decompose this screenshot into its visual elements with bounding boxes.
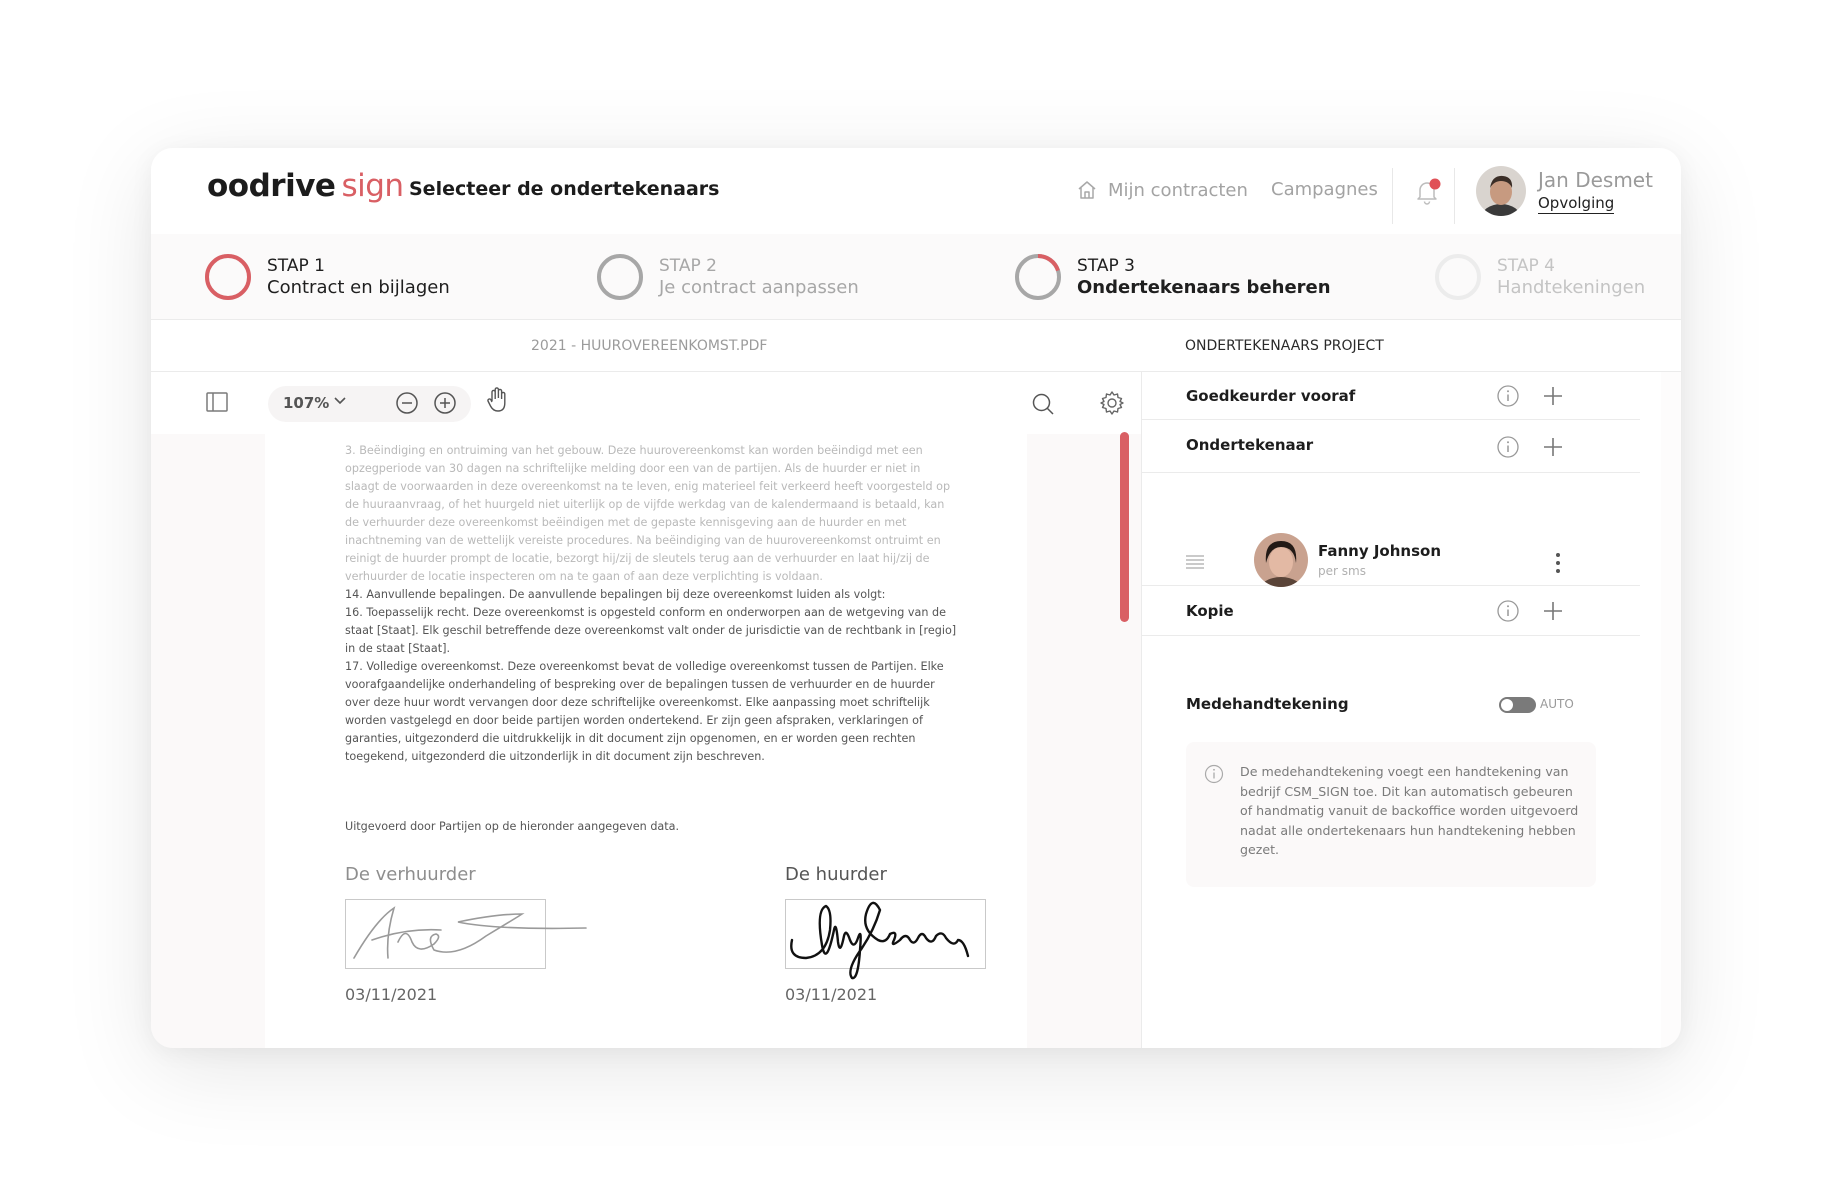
sidebar-toggle-icon[interactable] xyxy=(205,390,229,414)
step-3[interactable]: STAP 3 Ondertekenaars beheren xyxy=(1013,242,1331,312)
cosign-auto-toggle[interactable] xyxy=(1499,697,1536,713)
tenant-label: De huurder xyxy=(785,864,887,885)
brand-logo[interactable]: oodrive sign xyxy=(207,168,404,204)
copy-row: Kopie xyxy=(1142,586,1640,636)
info-icon[interactable] xyxy=(1496,435,1520,459)
notification-dot-icon xyxy=(1429,178,1441,190)
landlord-date: 03/11/2021 xyxy=(345,985,438,1004)
document-viewer[interactable]: 3. Beëindiging en ontruiming van het geb… xyxy=(151,434,1141,1048)
cosign-info-text: De medehandtekening voegt een handtekeni… xyxy=(1240,764,1579,857)
step-2[interactable]: STAP 2 Je contract aanpassen xyxy=(595,242,859,312)
clause-16: 16. Toepasselijk recht. Deze overeenkoms… xyxy=(345,606,957,655)
landlord-label: De verhuurder xyxy=(345,864,476,885)
info-icon[interactable] xyxy=(1496,384,1520,408)
top-bar: oodrive sign Selecteer de ondertekenaars … xyxy=(151,148,1681,234)
clause-14: 14. Aanvullende bepalingen. De aanvullen… xyxy=(345,588,886,601)
add-approver-icon[interactable] xyxy=(1541,384,1565,408)
tenant-signature-image xyxy=(790,901,970,980)
page-title: Selecteer de ondertekenaars xyxy=(409,178,720,200)
cosign-info-box: De medehandtekening voegt een handtekeni… xyxy=(1186,742,1596,887)
step-ring-icon xyxy=(1015,254,1061,300)
signer-item[interactable] xyxy=(1142,473,1640,586)
notifications-button[interactable] xyxy=(1412,176,1442,210)
signer-method: per sms xyxy=(1318,564,1366,578)
document-body: 3. Beëindiging en ontruiming van het geb… xyxy=(345,442,957,766)
divider xyxy=(1454,168,1455,224)
nav-my-contracts[interactable]: Mijn contracten xyxy=(1076,179,1248,201)
gear-icon[interactable] xyxy=(1099,390,1125,416)
step-1[interactable]: STAP 1 Contract en bijlagen xyxy=(203,242,450,312)
signer-section-title: Ondertekenaar xyxy=(1186,436,1314,454)
more-options-icon[interactable] xyxy=(1555,552,1561,574)
add-copy-icon[interactable] xyxy=(1541,599,1565,623)
drag-handle-icon[interactable] xyxy=(1186,554,1204,570)
document-filename: 2021 - HUUROVEREENKOMST.PDF xyxy=(531,338,768,354)
hand-tool-icon[interactable] xyxy=(485,386,511,414)
step-ring-icon xyxy=(597,254,643,300)
copy-title: Kopie xyxy=(1186,602,1234,620)
clause-3: 3. Beëindiging en ontruiming van het geb… xyxy=(345,444,951,583)
divider xyxy=(1392,168,1393,224)
signer-avatar xyxy=(1254,533,1308,587)
tracking-link[interactable]: Opvolging xyxy=(1538,194,1615,214)
user-avatar[interactable] xyxy=(1476,166,1526,216)
signer-name: Fanny Johnson xyxy=(1318,542,1442,560)
clause-17: 17. Volledige overeenkomst. Deze overeen… xyxy=(345,660,944,763)
column-headers: 2021 - HUUROVEREENKOMST.PDF ONDERTEKENAA… xyxy=(151,320,1681,372)
step-ring-icon xyxy=(1435,254,1481,300)
user-name: Jan Desmet xyxy=(1538,168,1653,192)
info-icon[interactable] xyxy=(1496,599,1520,623)
step-progress: STAP 1 Contract en bijlagen STAP 2 Je cont… xyxy=(151,234,1681,320)
signer-section-row: Ondertekenaar xyxy=(1142,420,1640,473)
signers-project-header: ONDERTEKENAARS PROJECT xyxy=(1185,338,1384,354)
signers-panel: Goedkeurder vooraf Ondertekenaar Fanny J… xyxy=(1141,372,1661,1048)
bell-icon xyxy=(1417,178,1441,205)
approver-title: Goedkeurder vooraf xyxy=(1186,387,1356,405)
approver-row: Goedkeurder vooraf xyxy=(1142,372,1640,420)
step-4[interactable]: STAP 4 Handtekeningen xyxy=(1433,242,1645,312)
info-icon xyxy=(1204,764,1224,784)
app-window: oodrive sign Selecteer de ondertekenaars … xyxy=(151,148,1681,1048)
home-icon xyxy=(1078,181,1096,199)
zoom-level-select[interactable]: 107% xyxy=(283,394,329,412)
chevron-down-icon[interactable] xyxy=(331,392,349,410)
nav-campaigns[interactable]: Campagnes xyxy=(1271,179,1378,200)
search-icon[interactable] xyxy=(1031,392,1055,416)
cosign-auto-label: AUTO xyxy=(1540,697,1574,711)
viewer-toolbar: 107% xyxy=(151,372,1141,434)
step-ring-icon xyxy=(205,254,251,300)
cosign-title: Medehandtekening xyxy=(1186,695,1349,713)
landlord-signature xyxy=(345,899,587,969)
tenant-date: 03/11/2021 xyxy=(785,985,878,1004)
document-scrollbar[interactable] xyxy=(1120,432,1129,622)
landlord-signature-image xyxy=(353,906,587,959)
zoom-in-icon[interactable] xyxy=(433,391,457,415)
add-signer-icon[interactable] xyxy=(1541,435,1565,459)
tenant-signature xyxy=(785,899,986,980)
zoom-out-icon[interactable] xyxy=(395,391,419,415)
executed-statement: Uitgevoerd door Partijen op de hieronder… xyxy=(345,820,680,833)
